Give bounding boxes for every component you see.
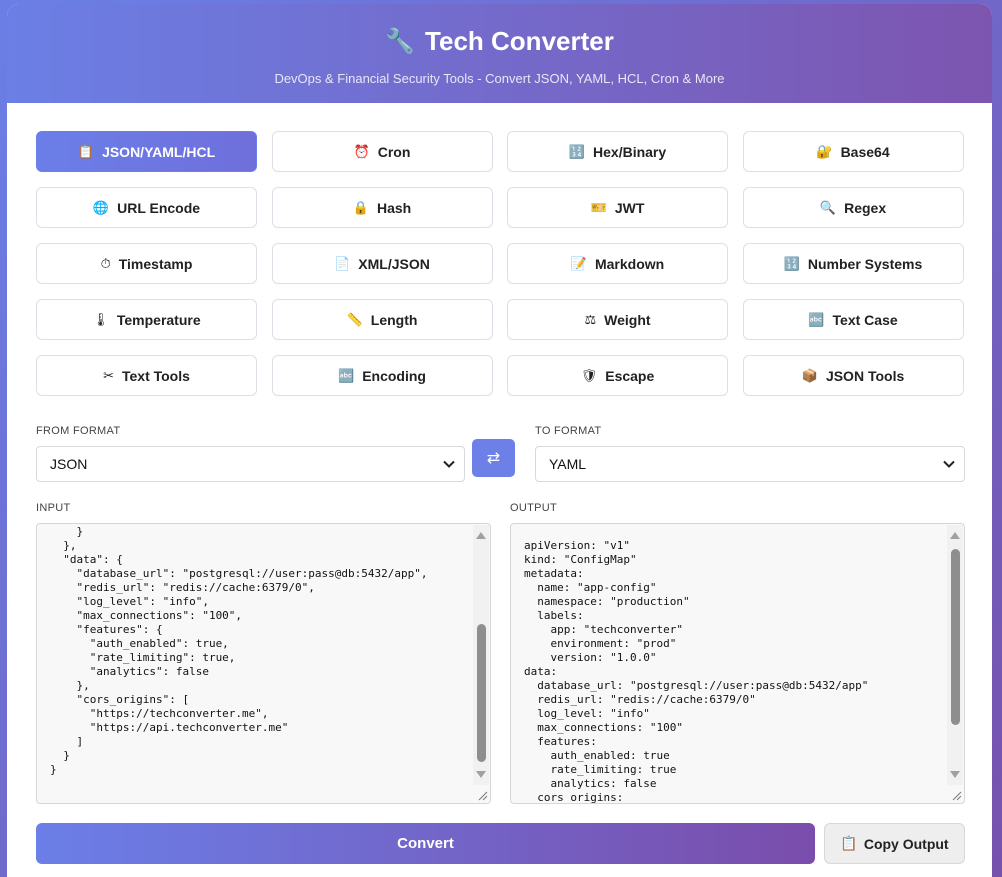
tool-button-length[interactable]: 📏 Length bbox=[271, 299, 493, 340]
tool-label: Temperature bbox=[116, 311, 201, 328]
scroll-up-icon[interactable] bbox=[476, 532, 486, 539]
to-format-label: TO FORMAT bbox=[535, 425, 602, 437]
scroll-thumb[interactable] bbox=[477, 624, 486, 762]
swap-formats-button[interactable]: ⇄ bbox=[472, 439, 515, 477]
tool-button-encoding[interactable]: 🔤 Encoding bbox=[271, 355, 493, 396]
tool-button-markdown[interactable]: 📝 Markdown bbox=[507, 243, 728, 284]
tool-button-text-tools[interactable]: ✂ Text Tools bbox=[36, 355, 257, 396]
tool-label: Text Case bbox=[832, 311, 898, 328]
from-format-value: JSON bbox=[50, 456, 88, 472]
tool-grid: 📋 JSON/YAML/HCL ⏰ Cron 🔢 Hex/Binary 🔐 Base64 🌐 UR… bbox=[36, 131, 964, 396]
tool-button-weight[interactable]: ⚖ Weight bbox=[507, 299, 728, 340]
scroll-down-icon[interactable] bbox=[950, 771, 960, 778]
swap-icon: ⇄ bbox=[486, 450, 501, 467]
wrench-icon: 🔧 bbox=[385, 28, 416, 55]
tool-button-regex[interactable]: 🔍 Regex bbox=[742, 187, 964, 228]
output-text: apiVersion: "v1" kind: "ConfigMap" metad… bbox=[524, 539, 869, 803]
tool-button-hex-binary[interactable]: 🔢 Hex/Binary bbox=[507, 131, 728, 172]
tool-button-text-case[interactable]: 🔤 Text Case bbox=[742, 299, 964, 340]
tool-label: Regex bbox=[844, 199, 887, 216]
tool-label: XML/JSON bbox=[358, 255, 430, 272]
tool-icon: 🔤 bbox=[338, 367, 355, 383]
convert-button-label: Convert bbox=[397, 835, 454, 852]
tool-icon: 🔍 bbox=[819, 199, 837, 215]
tool-label: Hex/Binary bbox=[593, 143, 667, 160]
to-format-select[interactable]: YAML bbox=[535, 446, 965, 482]
output-textarea[interactable]: apiVersion: "v1" kind: "ConfigMap" metad… bbox=[510, 523, 965, 804]
tool-icon: 📏 bbox=[346, 311, 363, 327]
tool-icon: 🔐 bbox=[816, 143, 833, 159]
tool-icon: 📋 bbox=[77, 143, 95, 159]
chevron-down-icon bbox=[943, 460, 955, 468]
tool-icon: 🌡 bbox=[92, 311, 109, 327]
output-scrollbar[interactable] bbox=[947, 525, 963, 785]
resize-handle-icon[interactable] bbox=[950, 789, 962, 801]
tool-label: Number Systems bbox=[807, 255, 923, 272]
tool-button-temperature[interactable]: 🌡 Temperature bbox=[36, 299, 257, 340]
tool-button-cron[interactable]: ⏰ Cron bbox=[271, 131, 493, 172]
page-subtitle: DevOps & Financial Security Tools - Conv… bbox=[274, 71, 725, 86]
tool-icon: 🔢 bbox=[568, 143, 586, 159]
tool-icon: 📝 bbox=[570, 255, 587, 271]
tool-label: JSON Tools bbox=[825, 367, 905, 384]
tool-label: Escape bbox=[605, 367, 655, 384]
to-format-value: YAML bbox=[549, 456, 587, 472]
tool-label: JWT bbox=[614, 199, 645, 216]
from-format-select[interactable]: JSON bbox=[36, 446, 465, 482]
tool-button-xml-json[interactable]: 📄 XML/JSON bbox=[271, 243, 493, 284]
scroll-down-icon[interactable] bbox=[476, 771, 486, 778]
tool-label: JSON/YAML/HCL bbox=[102, 143, 216, 160]
input-text: } }, "data": { "database_url": "postgres… bbox=[50, 525, 428, 776]
tool-icon: ⚖ bbox=[584, 311, 597, 327]
tool-label: Text Tools bbox=[121, 367, 190, 384]
tool-label: Weight bbox=[604, 311, 651, 328]
tool-icon: 📦 bbox=[801, 367, 818, 383]
scroll-up-icon[interactable] bbox=[950, 532, 960, 539]
tool-label: Markdown bbox=[594, 255, 665, 272]
tool-button-timestamp[interactable]: ⏱ Timestamp bbox=[36, 243, 257, 284]
tool-label: Base64 bbox=[840, 143, 890, 160]
input-scrollbar[interactable] bbox=[473, 525, 489, 785]
chevron-down-icon bbox=[443, 460, 455, 468]
tool-button-json-yaml-hcl[interactable]: 📋 JSON/YAML/HCL bbox=[36, 131, 257, 172]
tool-icon: 🔤 bbox=[808, 311, 825, 327]
tool-label: URL Encode bbox=[117, 199, 201, 216]
scroll-thumb[interactable] bbox=[951, 549, 960, 725]
tool-button-hash[interactable]: 🔒 Hash bbox=[271, 187, 493, 228]
page-title: 🔧 Tech Converter bbox=[7, 4, 992, 57]
tool-button-url-encode[interactable]: 🌐 URL Encode bbox=[36, 187, 257, 228]
tool-icon: 📄 bbox=[334, 255, 351, 271]
tool-icon: ⏰ bbox=[353, 143, 370, 159]
from-format-label: FROM FORMAT bbox=[36, 425, 121, 437]
tool-icon: ✂ bbox=[103, 367, 114, 383]
tool-label: Hash bbox=[376, 199, 412, 216]
clipboard-icon: 📋 bbox=[840, 835, 858, 851]
tool-button-json-tools[interactable]: 📦 JSON Tools bbox=[742, 355, 964, 396]
tool-icon: 🌐 bbox=[92, 199, 110, 215]
tool-button-escape[interactable]: 🛡 Escape bbox=[507, 355, 728, 396]
copy-output-button[interactable]: 📋 Copy Output bbox=[824, 823, 965, 864]
copy-output-label: Copy Output bbox=[863, 835, 949, 852]
resize-handle-icon[interactable] bbox=[476, 789, 488, 801]
app-header: 🔧 Tech Converter DevOps & Financial Secu… bbox=[7, 4, 992, 103]
tool-label: Encoding bbox=[362, 367, 426, 384]
tool-button-jwt[interactable]: 🎫 JWT bbox=[507, 187, 728, 228]
input-label: INPUT bbox=[36, 502, 71, 514]
tool-icon: 🔒 bbox=[352, 199, 369, 215]
convert-button[interactable]: Convert bbox=[36, 823, 815, 864]
page-title-text: Tech Converter bbox=[425, 26, 614, 56]
tool-icon: 🎫 bbox=[590, 199, 607, 215]
tool-button-number-systems[interactable]: 🔢 Number Systems bbox=[742, 243, 964, 284]
tool-button-base64[interactable]: 🔐 Base64 bbox=[742, 131, 964, 172]
output-label: OUTPUT bbox=[510, 502, 558, 514]
tool-label: Cron bbox=[377, 143, 411, 160]
input-textarea[interactable]: } }, "data": { "database_url": "postgres… bbox=[36, 523, 491, 804]
tool-icon: 🔢 bbox=[783, 255, 800, 271]
tool-label: Length bbox=[370, 311, 418, 328]
tool-icon: ⏱ bbox=[100, 255, 111, 271]
tool-icon: 🛡 bbox=[580, 367, 598, 383]
tool-label: Timestamp bbox=[118, 255, 193, 272]
